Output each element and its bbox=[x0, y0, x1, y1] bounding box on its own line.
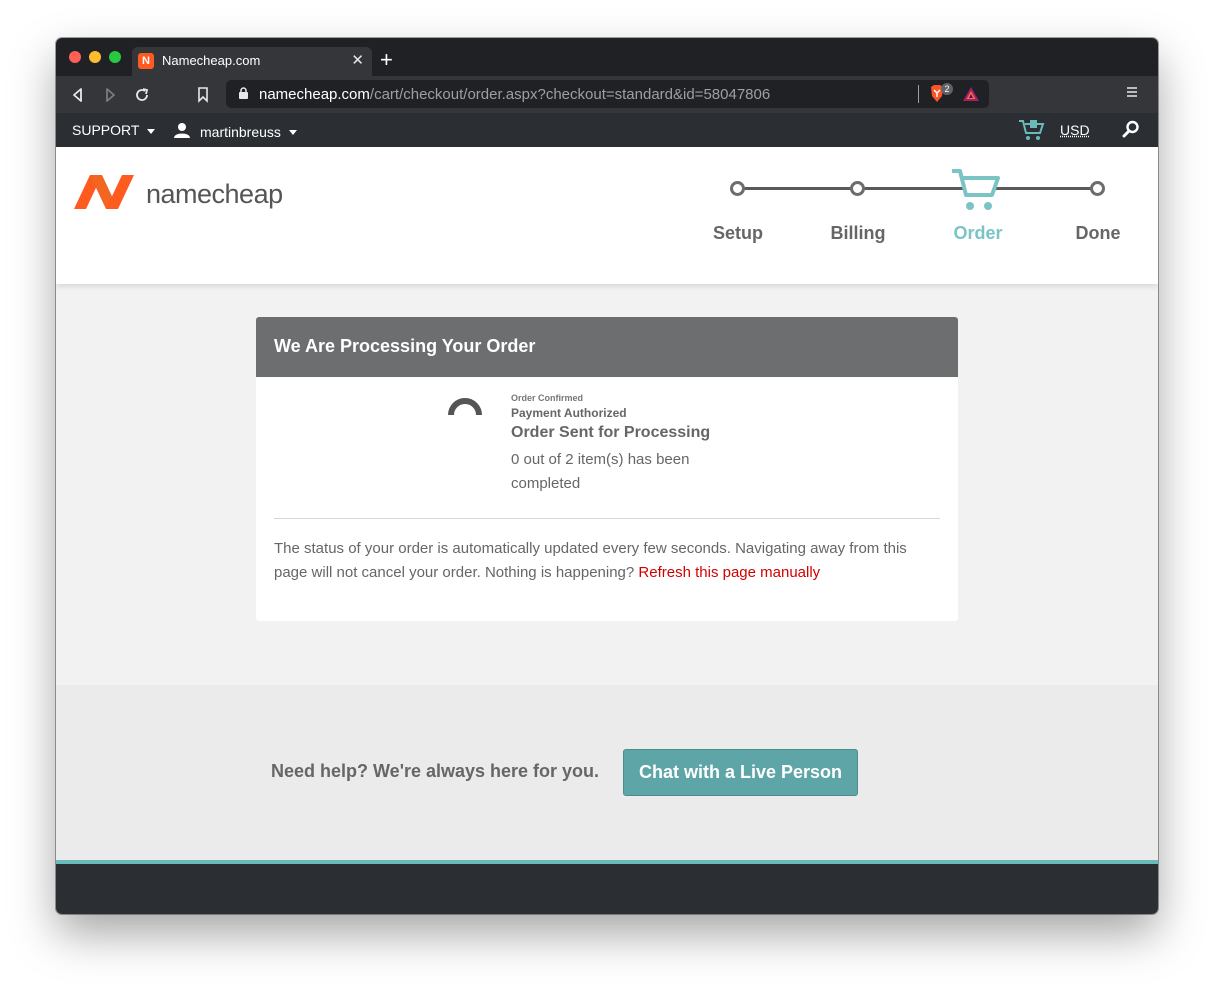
back-icon[interactable] bbox=[66, 83, 90, 107]
step-label-order: Order bbox=[953, 223, 1003, 243]
help-section: Need help? We're always here for you. Ch… bbox=[56, 685, 1158, 860]
browser-toolbar: namecheap.com/cart/checkout/order.aspx?c… bbox=[56, 76, 1158, 113]
username: martinbreuss bbox=[200, 123, 281, 140]
url-path: /cart/checkout/order.aspx?checkout=stand… bbox=[369, 86, 771, 103]
url-text: namecheap.com/cart/checkout/order.aspx?c… bbox=[259, 86, 770, 103]
bookmark-icon[interactable] bbox=[191, 83, 215, 107]
spinner-icon bbox=[447, 395, 483, 422]
shield-count-badge: 2 bbox=[941, 83, 953, 95]
order-processing-panel: We Are Processing Your Order Order Confi… bbox=[256, 317, 958, 621]
currency-selector[interactable]: USD bbox=[1060, 122, 1090, 138]
status-count: 0 out of 2 item(s) has been completed bbox=[511, 451, 690, 492]
step-dot-done bbox=[1090, 181, 1105, 196]
support-label: SUPPORT bbox=[72, 122, 140, 138]
menu-icon[interactable] bbox=[1126, 85, 1138, 103]
help-text: Need help? We're always here for you. bbox=[271, 761, 600, 781]
minimize-window-button[interactable] bbox=[89, 51, 101, 63]
status-confirmed: Order Confirmed bbox=[511, 393, 584, 403]
divider bbox=[274, 518, 940, 519]
order-status-list: Order Confirmed Payment Authorized Order… bbox=[511, 393, 731, 496]
cart-icon[interactable] bbox=[1018, 118, 1046, 145]
step-label-billing: Billing bbox=[830, 223, 886, 243]
chevron-down-icon bbox=[288, 130, 297, 136]
tab-bar: N Namecheap.com ✕ + bbox=[56, 38, 1158, 76]
status-sent: Order Sent for Processing bbox=[511, 424, 711, 441]
url-separator bbox=[918, 85, 919, 103]
site-header: namecheap Setup Billing Order Done bbox=[56, 147, 1158, 284]
namecheap-favicon-icon: N bbox=[138, 53, 154, 69]
chat-live-person-button[interactable]: Chat with a Live Person bbox=[623, 749, 858, 796]
cart-icon bbox=[950, 168, 1002, 217]
status-note: The status of your order is automaticall… bbox=[274, 537, 944, 585]
site-footer bbox=[56, 864, 1158, 914]
browser-tab[interactable]: N Namecheap.com ✕ bbox=[132, 47, 372, 76]
logo-text: namecheap bbox=[146, 179, 283, 209]
address-bar[interactable]: namecheap.com/cart/checkout/order.aspx?c… bbox=[226, 80, 989, 108]
forward-icon[interactable] bbox=[98, 83, 122, 107]
reload-icon[interactable] bbox=[130, 83, 154, 107]
new-tab-button[interactable]: + bbox=[380, 49, 393, 71]
close-tab-icon[interactable]: ✕ bbox=[351, 51, 364, 69]
tab-title: Namecheap.com bbox=[162, 53, 261, 68]
account-menu[interactable]: martinbreuss bbox=[174, 122, 297, 141]
close-window-button[interactable] bbox=[69, 51, 81, 63]
chevron-down-icon bbox=[147, 128, 156, 134]
browser-window: N Namecheap.com ✕ + namecheap.com/cart/c… bbox=[56, 38, 1158, 914]
rewards-icon[interactable] bbox=[962, 86, 980, 107]
search-icon[interactable] bbox=[1122, 120, 1140, 141]
lock-icon bbox=[238, 87, 249, 105]
step-dot-billing bbox=[850, 181, 865, 196]
support-menu[interactable]: SUPPORT bbox=[72, 122, 156, 138]
progress-line bbox=[738, 187, 1098, 190]
site-top-bar: SUPPORT martinbreuss USD bbox=[56, 113, 1158, 147]
maximize-window-button[interactable] bbox=[109, 51, 121, 63]
refresh-link[interactable]: Refresh this page manually bbox=[638, 564, 820, 581]
status-authorized: Payment Authorized bbox=[511, 406, 627, 420]
namecheap-logo-icon[interactable] bbox=[72, 173, 138, 211]
checkout-progress: Setup Billing Order Done bbox=[696, 168, 1136, 251]
panel-title: We Are Processing Your Order bbox=[256, 317, 958, 377]
user-icon bbox=[174, 122, 190, 141]
step-label-setup: Setup bbox=[712, 223, 763, 243]
url-host: namecheap.com bbox=[259, 86, 370, 103]
step-dot-setup bbox=[730, 181, 745, 196]
step-label-done: Done bbox=[1075, 223, 1121, 243]
